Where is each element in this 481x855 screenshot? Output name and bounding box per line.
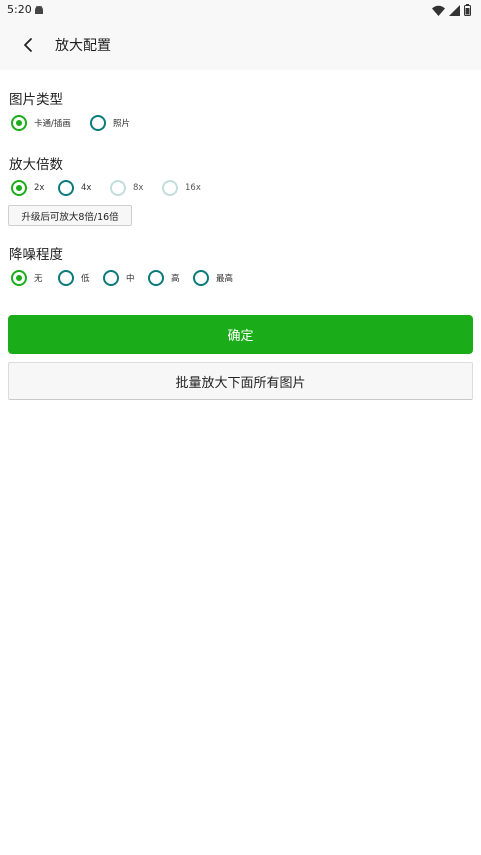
radio-scale-8x[interactable]: 8x [110,179,143,197]
radio-label: 最高 [216,274,234,284]
app-bar: 放大配置 [0,20,481,70]
radio-circle [90,115,106,131]
radio-cartoon[interactable]: 卡通/插画 [11,114,71,132]
status-time: 5:20 [7,3,32,16]
radio-denoise-low[interactable]: 低 [58,269,90,287]
image-type-title: 图片类型 [9,92,63,108]
upgrade-button[interactable]: 升级后可放大8倍/16倍 [8,205,132,226]
radio-label: 照片 [113,119,131,129]
android-icon [35,5,43,14]
page-title: 放大配置 [55,38,111,54]
radio-denoise-highest[interactable]: 最高 [193,269,233,287]
back-button[interactable] [14,33,42,57]
radio-scale-2x[interactable]: 2x [11,179,44,197]
denoise-title: 降噪程度 [9,247,63,263]
battery-icon [464,4,471,16]
radio-circle [11,270,27,286]
radio-circle [148,270,164,286]
radio-label: 高 [171,274,180,284]
radio-circle [110,180,126,196]
back-arrow-icon [24,38,32,52]
cell-signal-icon [449,4,460,16]
radio-label: 中 [126,274,135,284]
radio-label: 16x [185,183,201,193]
wifi-icon [432,5,445,16]
radio-label: 8x [133,183,144,193]
radio-label: 2x [34,183,45,193]
radio-circle [11,115,27,131]
radio-scale-4x[interactable]: 4x [58,179,91,197]
radio-label: 4x [81,183,92,193]
status-icons [432,3,471,17]
radio-denoise-high[interactable]: 高 [148,269,180,287]
radio-circle [103,270,119,286]
status-bar: 5:20 [0,0,481,20]
radio-circle [193,270,209,286]
radio-scale-16x[interactable]: 16x [162,179,201,197]
radio-label: 无 [34,274,43,284]
radio-circle [58,270,74,286]
radio-denoise-none[interactable]: 无 [11,269,43,287]
radio-label: 卡通/插画 [34,119,71,129]
radio-circle [58,180,74,196]
radio-denoise-medium[interactable]: 中 [103,269,135,287]
radio-circle [11,180,27,196]
scale-title: 放大倍数 [9,157,63,173]
radio-circle [162,180,178,196]
confirm-button[interactable]: 确定 [8,315,473,354]
batch-enlarge-button[interactable]: 批量放大下面所有图片 [8,362,473,400]
radio-label: 低 [81,274,90,284]
radio-photo[interactable]: 照片 [90,114,130,132]
